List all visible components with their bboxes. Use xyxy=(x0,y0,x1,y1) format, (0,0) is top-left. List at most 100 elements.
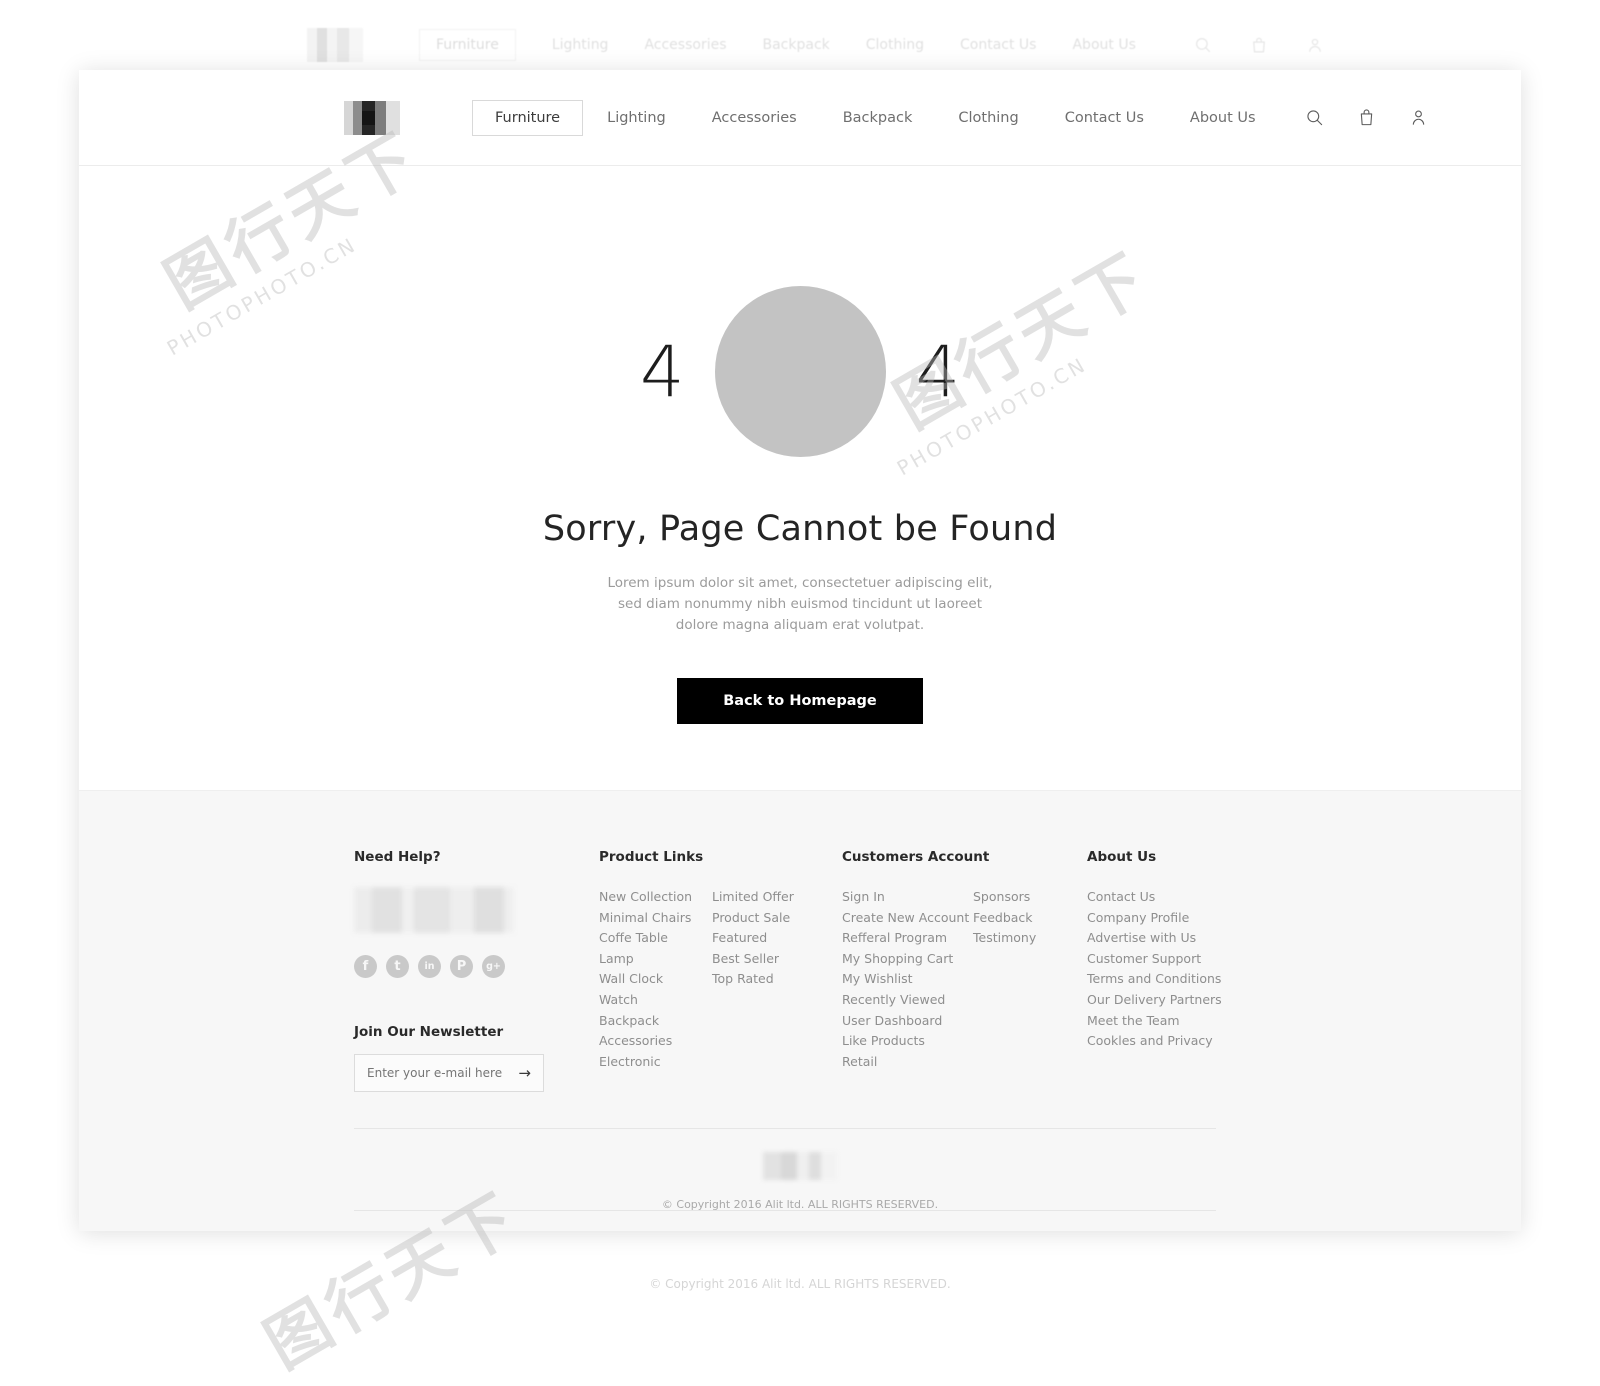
nav-item-furniture[interactable]: Furniture xyxy=(472,100,583,136)
error-hero-section: 4 4 Sorry, Page Cannot be Found Lorem ip… xyxy=(79,166,1521,790)
blurred-contact-info xyxy=(354,887,514,933)
facebook-icon[interactable]: f xyxy=(354,955,377,978)
list-item[interactable]: Contact Us xyxy=(1087,887,1287,908)
list-item[interactable]: Wall Clock xyxy=(599,969,712,990)
list-item[interactable]: Testimony xyxy=(973,928,1036,949)
pinterest-icon[interactable]: P xyxy=(450,955,473,978)
site-footer: Need Help? f t in P g+ Join Our Newslett… xyxy=(79,790,1521,1231)
customers-account-col-2: Sponsors Feedback Testimony xyxy=(973,887,1036,1072)
footer-heading-customers-account: Customers Account xyxy=(842,849,1087,865)
footer-column-product-links: Product Links New Collection Minimal Cha… xyxy=(599,849,842,1092)
list-item[interactable]: Cookles and Privacy xyxy=(1087,1031,1287,1052)
backdrop-nav-item-contact-us: Contact Us xyxy=(960,37,1036,53)
list-item[interactable]: Advertise with Us xyxy=(1087,928,1287,949)
newsletter-submit-arrow-icon[interactable]: → xyxy=(518,1064,531,1082)
footer-heading-about-us: About Us xyxy=(1087,849,1287,865)
list-item[interactable]: Feedback xyxy=(973,908,1036,929)
list-item[interactable]: Limited Offer xyxy=(712,887,794,908)
backdrop-nav-item-accessories: Accessories xyxy=(644,37,726,53)
footer-column-customers-account: Customers Account Sign In Create New Acc… xyxy=(842,849,1087,1092)
brand-logo-icon[interactable] xyxy=(344,101,400,135)
newsletter-form: → xyxy=(354,1054,544,1092)
twitter-icon[interactable]: t xyxy=(386,955,409,978)
list-item[interactable]: Company Profile xyxy=(1087,908,1287,929)
error-description: Lorem ipsum dolor sit amet, consectetuer… xyxy=(600,573,1000,636)
list-item[interactable]: Sign In xyxy=(842,887,973,908)
backdrop-nav-links: Furniture Lighting Accessories Backpack … xyxy=(419,29,1136,61)
list-item[interactable]: Electronic xyxy=(599,1052,712,1073)
search-icon[interactable] xyxy=(1304,107,1326,129)
footer-column-need-help: Need Help? f t in P g+ Join Our Newslett… xyxy=(354,849,599,1092)
backdrop-nav-item-backpack: Backpack xyxy=(763,37,830,53)
page-title: Sorry, Page Cannot be Found xyxy=(543,509,1057,549)
customers-account-grid: Sign In Create New Account Refferal Prog… xyxy=(842,887,1087,1072)
header-icon-group xyxy=(1304,107,1430,129)
backdrop-logo xyxy=(307,28,363,62)
back-to-homepage-button[interactable]: Back to Homepage xyxy=(677,678,922,724)
list-item[interactable]: My Wishlist xyxy=(842,969,973,990)
list-item[interactable]: Recently Viewed xyxy=(842,990,973,1011)
list-item[interactable]: Featured xyxy=(712,928,794,949)
list-item[interactable]: Coffe Table xyxy=(599,928,712,949)
google-plus-icon[interactable]: g+ xyxy=(482,955,505,978)
list-item[interactable]: Minimal Chairs xyxy=(599,908,712,929)
list-item[interactable]: Refferal Program xyxy=(842,928,973,949)
about-us-links: Contact Us Company Profile Advertise wit… xyxy=(1087,887,1287,1052)
backdrop-navbar: Furniture Lighting Accessories Backpack … xyxy=(0,22,1600,68)
list-item[interactable]: Terms and Conditions xyxy=(1087,969,1287,990)
nav-item-backpack[interactable]: Backpack xyxy=(821,101,935,135)
list-item[interactable]: Best Seller xyxy=(712,949,794,970)
shopping-bag-icon[interactable] xyxy=(1356,107,1378,129)
main-navigation: Furniture Lighting Accessories Backpack … xyxy=(472,100,1278,136)
social-links: f t in P g+ xyxy=(354,955,599,978)
linkedin-icon[interactable]: in xyxy=(418,955,441,978)
backdrop-copyright: © Copyright 2016 Alit ltd. ALL RIGHTS RE… xyxy=(0,1277,1600,1291)
list-item[interactable]: Customer Support xyxy=(1087,949,1287,970)
list-item[interactable]: Create New Account xyxy=(842,908,973,929)
list-item[interactable]: Backpack xyxy=(599,1011,712,1032)
product-links-grid: New Collection Minimal Chairs Coffe Tabl… xyxy=(599,887,842,1072)
footer-logo-blurred xyxy=(763,1152,837,1180)
nav-item-about-us[interactable]: About Us xyxy=(1168,101,1278,135)
backdrop-nav-item-about-us: About Us xyxy=(1072,37,1135,53)
list-item[interactable]: Retail xyxy=(842,1052,973,1073)
backdrop-nav-item-lighting: Lighting xyxy=(552,37,609,53)
backdrop-search-icon xyxy=(1194,36,1212,54)
backdrop-nav-item-clothing: Clothing xyxy=(866,37,924,53)
nav-item-lighting[interactable]: Lighting xyxy=(585,101,688,135)
nav-item-clothing[interactable]: Clothing xyxy=(936,101,1040,135)
list-item[interactable]: Lamp xyxy=(599,949,712,970)
newsletter-email-input[interactable] xyxy=(367,1066,518,1080)
list-item[interactable]: Accessories xyxy=(599,1031,712,1052)
footer-heading-newsletter: Join Our Newsletter xyxy=(354,1024,599,1040)
customers-account-col-1: Sign In Create New Account Refferal Prog… xyxy=(842,887,973,1072)
backdrop-nav-item-furniture: Furniture xyxy=(419,29,516,61)
product-links-col-2: Limited Offer Product Sale Featured Best… xyxy=(712,887,794,1072)
list-item[interactable]: New Collection xyxy=(599,887,712,908)
list-item[interactable]: Our Delivery Partners xyxy=(1087,990,1287,1011)
error-code-404: 4 4 xyxy=(640,286,960,457)
backdrop-shopping-bag-icon xyxy=(1250,36,1268,54)
footer-heading-product-links: Product Links xyxy=(599,849,842,865)
list-item[interactable]: User Dashboard xyxy=(842,1011,973,1032)
list-item[interactable]: Product Sale xyxy=(712,908,794,929)
error-zero-circle-icon xyxy=(715,286,886,457)
list-item[interactable]: Top Rated xyxy=(712,969,794,990)
screenshot-card: Furniture Lighting Accessories Backpack … xyxy=(79,70,1521,1231)
footer-columns: Need Help? f t in P g+ Join Our Newslett… xyxy=(79,849,1521,1092)
list-item[interactable]: Watch xyxy=(599,990,712,1011)
error-digit-right: 4 xyxy=(916,337,961,407)
list-item[interactable]: My Shopping Cart xyxy=(842,949,973,970)
list-item[interactable]: Like Products xyxy=(842,1031,973,1052)
footer-divider-top xyxy=(354,1128,1216,1129)
nav-item-contact-us[interactable]: Contact Us xyxy=(1043,101,1166,135)
nav-item-accessories[interactable]: Accessories xyxy=(690,101,819,135)
error-digit-left: 4 xyxy=(640,337,685,407)
backdrop-header-icons xyxy=(1194,36,1324,54)
backdrop-user-account-icon xyxy=(1306,36,1324,54)
user-account-icon[interactable] xyxy=(1408,107,1430,129)
footer-heading-need-help: Need Help? xyxy=(354,849,599,865)
site-header: Furniture Lighting Accessories Backpack … xyxy=(79,70,1521,166)
list-item[interactable]: Sponsors xyxy=(973,887,1036,908)
list-item[interactable]: Meet the Team xyxy=(1087,1011,1287,1032)
